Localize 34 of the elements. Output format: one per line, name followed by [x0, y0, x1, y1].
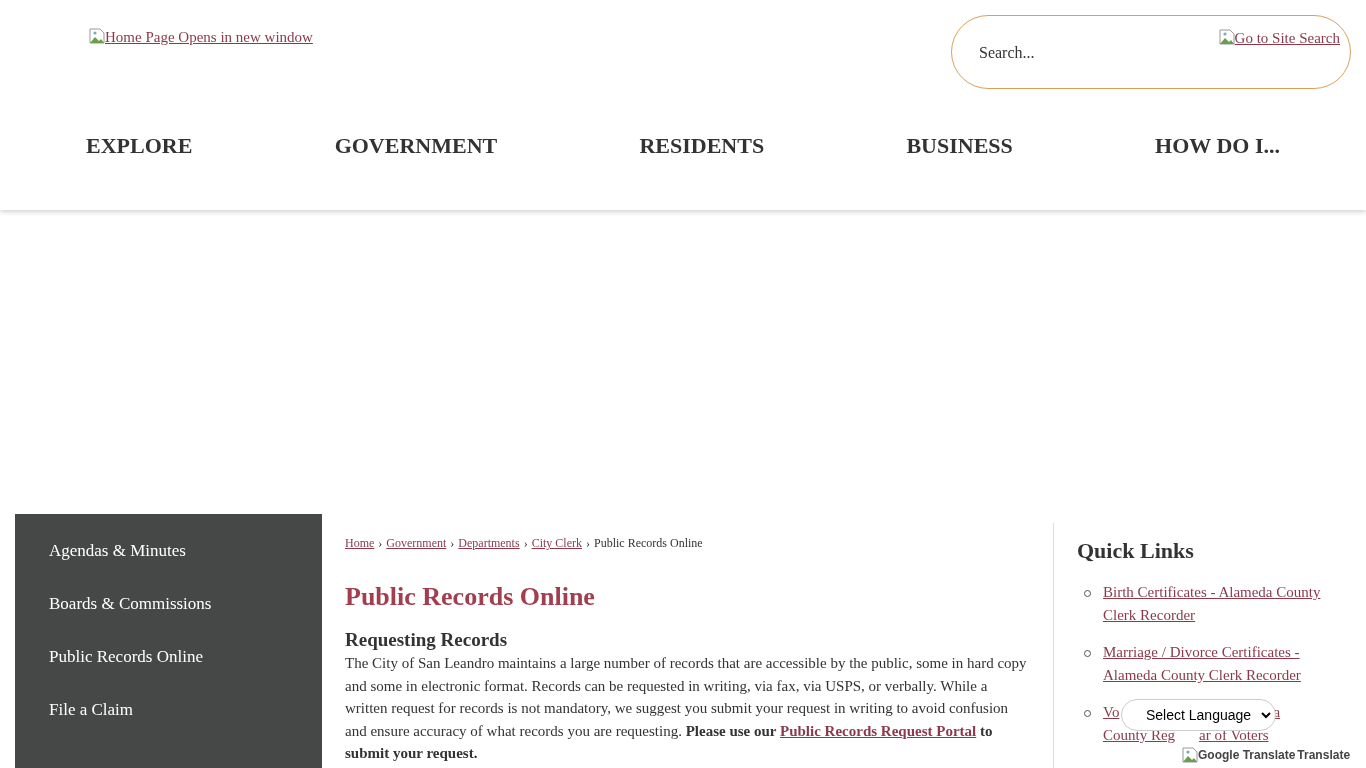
breadcrumb-current: Public Records Online	[593, 536, 703, 551]
broken-image-icon	[1218, 29, 1235, 45]
breadcrumb-link[interactable]: City Clerk	[531, 536, 582, 551]
breadcrumb-link[interactable]: Home	[345, 536, 375, 551]
translate-label: Translate	[1297, 748, 1351, 762]
language-select[interactable]: Select Language	[1121, 699, 1276, 731]
page-title: Public Records Online	[345, 582, 596, 612]
breadcrumb-link[interactable]: Departments	[458, 536, 520, 551]
nav-menu-item[interactable]: EXPLORE	[86, 133, 193, 159]
nav-menu-item[interactable]: GOVERNMENT	[334, 133, 498, 159]
home-logo-link[interactable]: Home Page Opens in new window	[89, 28, 313, 46]
broken-image-icon	[89, 28, 105, 44]
sidebar-link[interactable]: Agendas & Minutes	[49, 539, 322, 562]
quick-link[interactable]: Vo	[1103, 704, 1120, 721]
caret-icon	[1261, 711, 1271, 719]
quick-link[interactable]: Marriage / Divorce Certificates - Alameda County Clerk Recorder	[1103, 641, 1343, 687]
nav-menu-item[interactable]: BUSINESS	[906, 133, 1013, 159]
quick-links-heading: Quick Links	[1077, 538, 1195, 564]
sidebar-link[interactable]: File a Claim	[49, 698, 322, 721]
quick-link[interactable]: Birth Certificates - Alameda County Clerk Recorder	[1103, 581, 1343, 627]
portal-link[interactable]: Public Records Request Portal	[780, 722, 977, 739]
sidebar-link[interactable]: Boards & Commissions	[49, 592, 322, 615]
translate-logo: Google Translate	[1182, 747, 1296, 763]
breadcrumb-separator: ›	[585, 536, 590, 551]
nav-menu-item[interactable]: HOW DO I...	[1155, 133, 1280, 159]
breadcrumb-link[interactable]: Government	[386, 536, 447, 551]
sidebar-link[interactable]: Public Records Online	[49, 645, 322, 668]
body-paragraph: The City of San Leandro maintains a large number of records that are accessible by the public, some in hard copy and some in electronic format. Records can be requested in writing, via fax, via USPS, or verbally. While a written request for records is not mandatory, we suggest you submit your request in writing to avoid confusion and ensure accuracy of what records you are requesting. Please use our Public Records Request Portal to submit your request.	[345, 654, 1028, 764]
site-search-link[interactable]: Go to Site Search	[1218, 29, 1340, 47]
breadcrumb-separator: ›	[450, 536, 455, 551]
nav-menu-item[interactable]: RESIDENTS	[639, 133, 765, 159]
section-heading: Requesting Records	[345, 628, 509, 652]
breadcrumb-separator: ›	[523, 536, 528, 551]
breadcrumb-separator: ›	[378, 536, 383, 551]
